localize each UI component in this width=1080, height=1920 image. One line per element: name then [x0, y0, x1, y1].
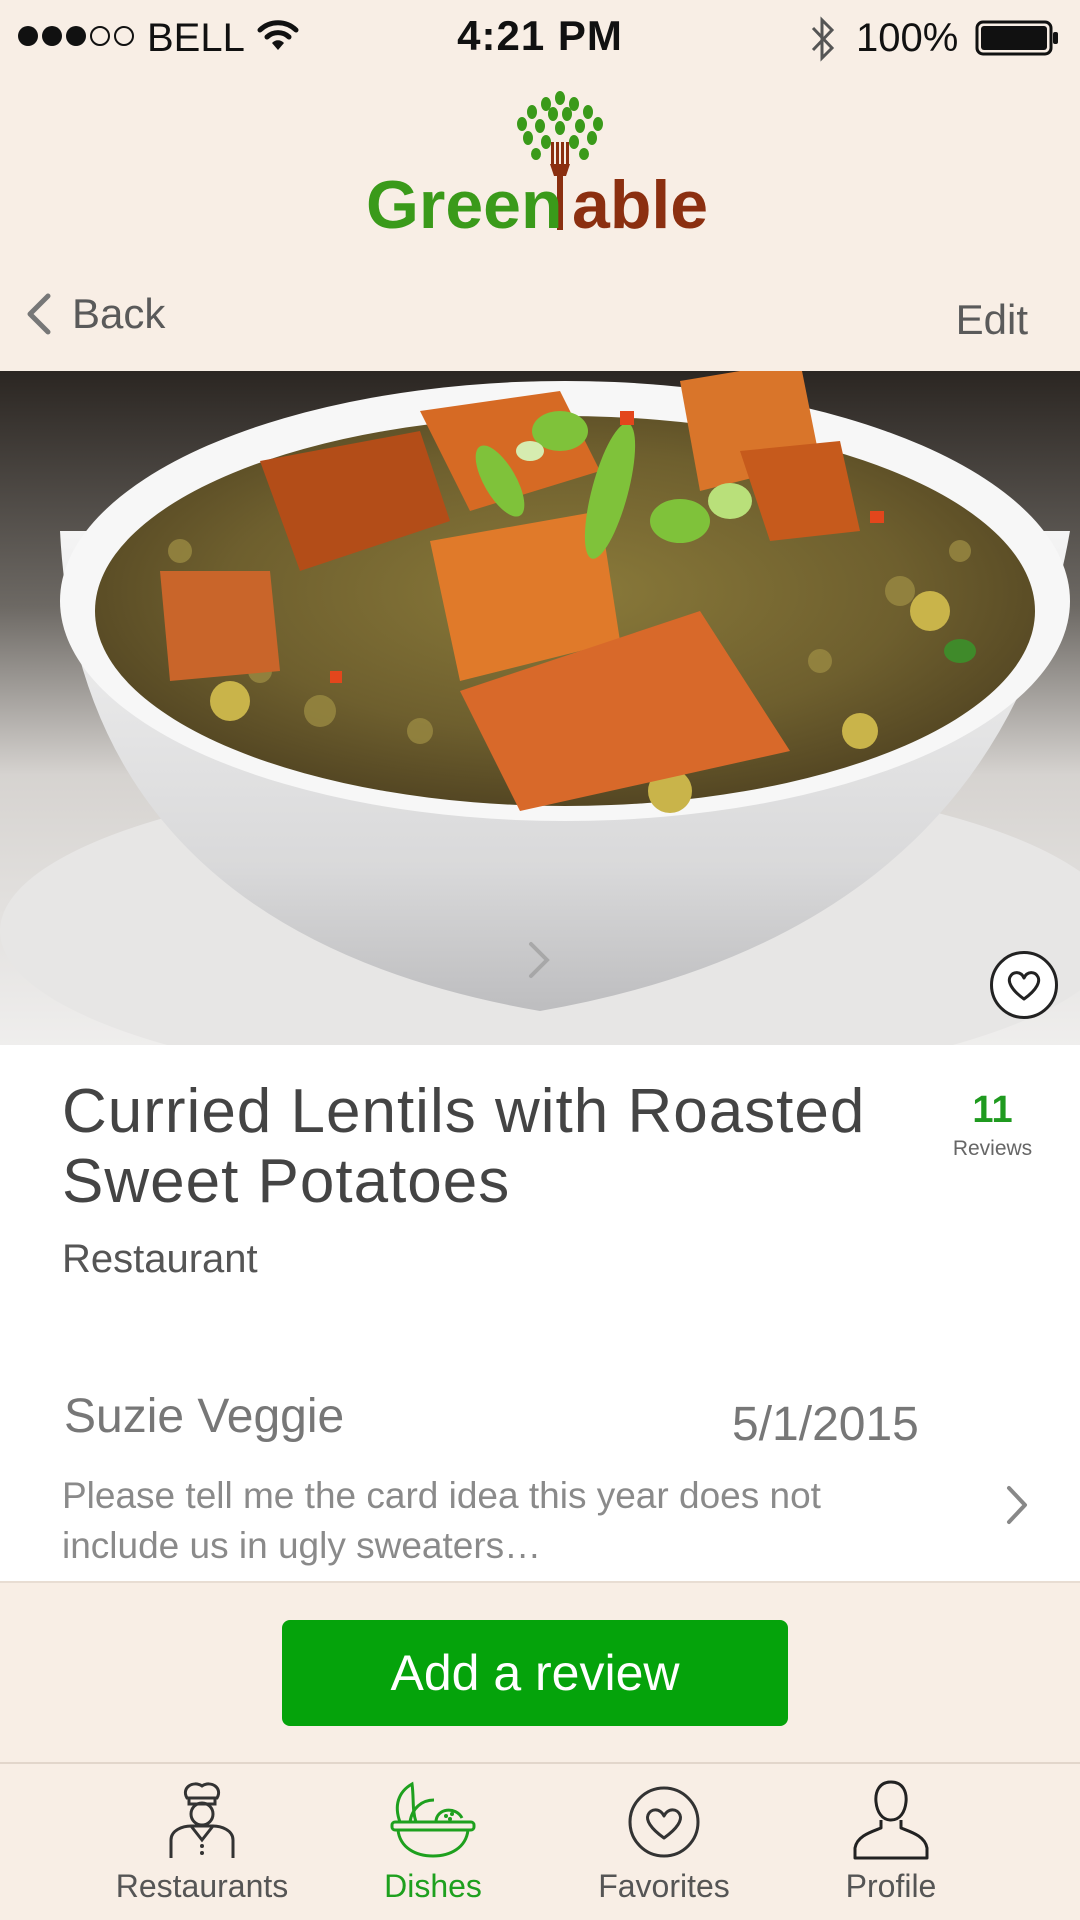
logo-text-brown: able — [572, 167, 708, 240]
tab-restaurants[interactable]: Restaurants — [87, 1774, 317, 1914]
review-date: 5/1/2015 — [732, 1398, 919, 1451]
person-icon — [853, 1780, 929, 1860]
tab-dishes[interactable]: Dishes — [318, 1774, 548, 1914]
reviewer-name: Suzie Veggie — [64, 1390, 345, 1443]
tab-label: Dishes — [384, 1868, 482, 1904]
carousel-next-icon[interactable] — [526, 939, 552, 981]
bowl-icon — [390, 1781, 476, 1858]
battery-percentage: 100% — [856, 16, 959, 60]
back-button[interactable]: Back — [24, 290, 165, 338]
restaurant-link[interactable]: Restaurant — [62, 1237, 258, 1282]
status-bar: BELL 4:21 PM 100% — [0, 0, 1080, 78]
tab-bar: Restaurants Dishes Favorites Profile — [0, 1762, 1080, 1920]
review-row[interactable]: Suzie Veggie 5/1/2015 Please tell me the… — [0, 1365, 1080, 1575]
greentable-logo: Green able — [366, 91, 708, 240]
chevron-right-icon — [1007, 1486, 1027, 1524]
heart-icon — [1007, 971, 1041, 1001]
tab-label: Favorites — [598, 1868, 730, 1904]
dish-photo — [0, 371, 1080, 1045]
chevron-left-icon — [27, 293, 51, 335]
bluetooth-icon — [811, 16, 835, 62]
dish-title: Curried Lentils with Roasted Sweet Potat… — [62, 1077, 866, 1216]
battery-icon — [975, 20, 1058, 56]
review-excerpt: Please tell me the card idea this year d… — [62, 1475, 821, 1566]
review-count-label: Reviews — [952, 1137, 1033, 1160]
logo-text-green: Green — [366, 167, 563, 240]
chef-icon — [169, 1782, 235, 1858]
tab-profile[interactable]: Profile — [776, 1774, 1006, 1914]
heart-icon — [628, 1786, 700, 1858]
favorite-button[interactable] — [990, 951, 1058, 1019]
tab-label: Profile — [845, 1868, 937, 1904]
edit-button[interactable]: Edit — [956, 296, 1028, 344]
dish-detail-panel: Curried Lentils with Roasted Sweet Potat… — [0, 1045, 1080, 1583]
tab-label: Restaurants — [115, 1868, 289, 1904]
review-count[interactable]: 11 — [930, 1089, 1055, 1132]
tab-favorites[interactable]: Favorites — [549, 1774, 779, 1914]
back-label: Back — [72, 290, 166, 337]
add-review-button[interactable]: Add a review — [282, 1620, 788, 1726]
